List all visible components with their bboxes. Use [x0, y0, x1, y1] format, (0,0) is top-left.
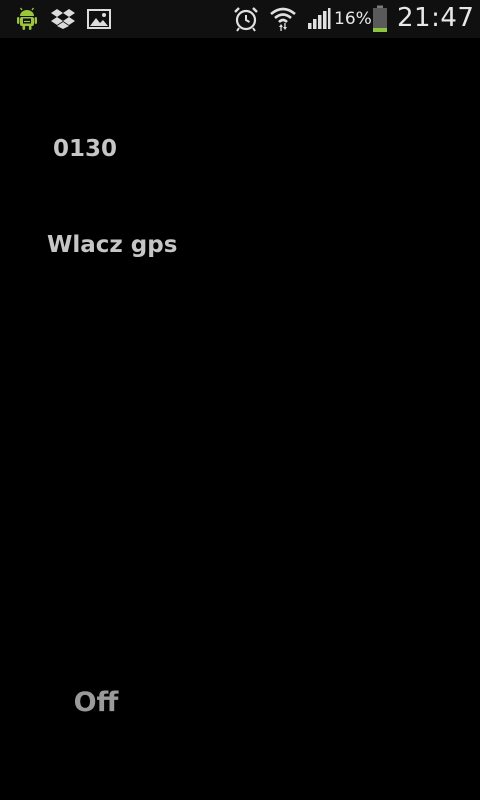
dropbox-icon: [50, 0, 76, 38]
status-bar: 16% 21:47: [0, 0, 480, 38]
android-debug-icon: [15, 0, 39, 38]
alarm-clock-icon: [233, 0, 259, 38]
battery-icon: [370, 0, 390, 38]
image-icon: [86, 0, 112, 38]
gps-toggle-label: Wlacz gps: [47, 232, 178, 258]
battery-percent: 16%: [334, 9, 372, 29]
gps-toggle-button[interactable]: Off: [60, 680, 132, 724]
toggle-state-text: Off: [73, 686, 119, 718]
code-text: 0130: [53, 136, 118, 162]
status-clock: 21:47: [397, 3, 475, 33]
app-screen: 16% 21:47 0130 Wlacz gps Off: [0, 0, 480, 800]
wifi-icon: [268, 0, 298, 38]
signal-icon: [306, 0, 332, 38]
